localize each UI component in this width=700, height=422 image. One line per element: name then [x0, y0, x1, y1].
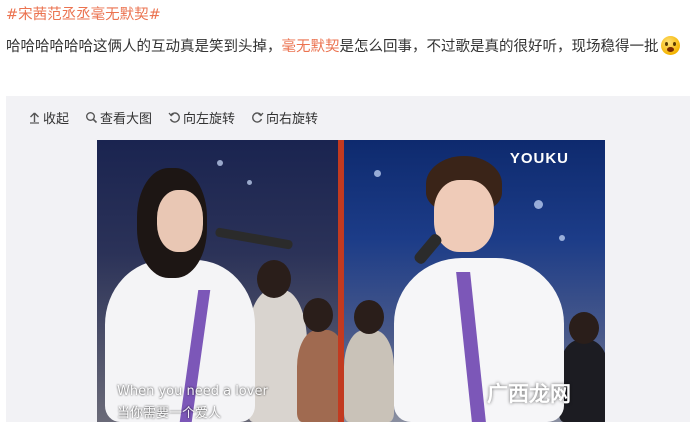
watermark: 广西龙网 [487, 378, 571, 408]
rotate-left-button[interactable]: 向左旋转 [168, 108, 235, 127]
hashtag-line: #宋茜范丞丞毫无默契# [6, 4, 161, 26]
rotate-right-icon [252, 111, 264, 123]
rotate-left-label: 向左旋转 [183, 111, 236, 127]
magnifier-icon [86, 111, 98, 123]
subtitle-chinese: 当你需要一个爱人 [117, 406, 222, 421]
view-large-button[interactable]: 查看大图 [85, 108, 152, 127]
background-head [303, 298, 333, 332]
stage-light [559, 235, 565, 241]
post-text: 哈哈哈哈哈哈这俩人的互动真是笑到头掉，毫无默契是怎么回事，不过歌是真的很好听，现… [6, 33, 690, 61]
image-toolbar: 收起 查看大图 向左旋转 向右旋转 [28, 106, 318, 128]
rotate-right-label: 向右旋转 [266, 111, 319, 127]
keyword-link[interactable]: 毫无默契 [282, 39, 340, 55]
post-text-part: 是怎么回事，不过歌是真的很好听，现场稳得一批 [339, 39, 659, 55]
microphone-left [214, 227, 294, 250]
watermark-text: 广西龙网 [487, 382, 571, 406]
stage-light [247, 180, 252, 185]
subtitle-english: When you need a lover [117, 384, 268, 399]
background-person [344, 330, 394, 422]
performance-photo[interactable]: When you need a lover 当你需要一个爱人 YOUKU 广西龙… [97, 140, 605, 422]
collapse-button[interactable]: 收起 [28, 108, 69, 127]
singer-left-face [157, 190, 203, 252]
stage-light [534, 200, 543, 209]
scream-emoji-icon [660, 36, 680, 55]
rotate-right-button[interactable]: 向右旋转 [251, 108, 318, 127]
collapse-label: 收起 [43, 111, 70, 127]
background-head [354, 300, 384, 334]
singer-right-face [434, 180, 494, 252]
background-head [569, 312, 599, 344]
post-text-part: 哈哈哈哈哈哈这俩人的互动真是笑到头掉， [6, 39, 282, 55]
media-box: 收起 查看大图 向左旋转 向右旋转 When you need a lover … [6, 96, 690, 422]
background-person [297, 330, 338, 422]
rotate-left-icon [168, 111, 180, 123]
stage-light [374, 170, 381, 177]
collapse-arrow-icon [30, 112, 39, 124]
hashtag-link[interactable]: #宋茜范丞丞毫无默契# [6, 7, 161, 23]
left-video-frame: When you need a lover 当你需要一个爱人 [97, 140, 338, 422]
view-large-label: 查看大图 [100, 111, 153, 127]
youku-logo: YOUKU [509, 150, 569, 167]
background-head [257, 260, 291, 298]
stage-light [217, 160, 223, 166]
